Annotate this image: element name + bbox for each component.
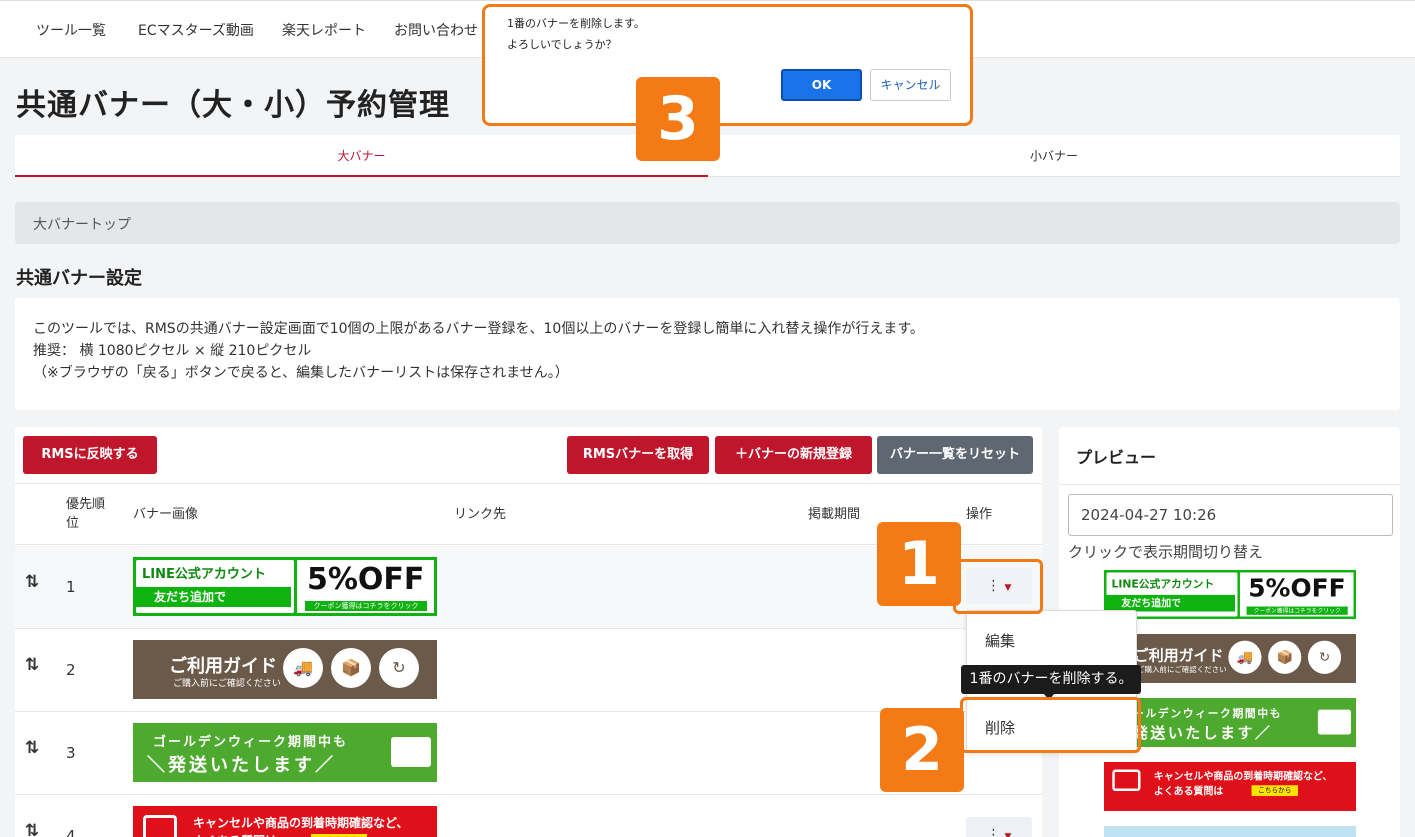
banner-inq-line2: よくある質問は <box>1153 785 1224 797</box>
get-rms-banners-button[interactable]: RMSバナーを取得 <box>567 436 709 474</box>
banner-gw-line2: ＼発送いたします／ <box>147 755 336 776</box>
banner-image-inquiry: キャンセルや商品の到着時期確認など、 よくある質問は こちらから <box>133 806 437 837</box>
banner-image-line: LINE公式アカウント 友だち追加で 5%OFF クーポン獲得はコチラをクリック <box>133 557 437 616</box>
sort-handle-icon[interactable]: ⇅ <box>25 738 39 758</box>
table-row: ⇅ 2 ご利用ガイド ご購入前にご確認ください 🚚 📦 ↻ <box>15 629 1042 712</box>
banner-image-golden-week: ゴールデンウィーク期間中も ＼発送いたします／ <box>1104 698 1356 747</box>
header-image: バナー画像 <box>133 507 199 522</box>
chat-icon <box>143 815 177 837</box>
dialog-ok-button[interactable]: OK <box>781 69 862 101</box>
dialog-message-line2: よろしいでしょうか？ <box>507 38 617 51</box>
header-link: リンク先 <box>454 507 507 522</box>
highlight-actions-button <box>953 559 1043 614</box>
banner-gw-line1: ゴールデンウィーク期間中も <box>153 735 349 750</box>
description-box: このツールでは、RMSの共通バナー設定画面で10個の上限があるバナー登録を、10… <box>15 298 1400 410</box>
section-title: 共通バナー設定 <box>16 268 142 289</box>
description-line: 推奨： 横 1080ピクセル × 縦 210ピクセル <box>33 343 312 359</box>
chat-icon <box>1112 769 1141 792</box>
nav-item-report[interactable]: 楽天レポート <box>282 20 366 40</box>
banner-line-cta: 友だち追加で <box>136 587 291 607</box>
preview-banner-line[interactable]: LINE公式アカウント 友だち追加で 5%OFF クーポン獲得はコチラをクリック <box>1104 570 1356 619</box>
box-icon: 📦 <box>1268 640 1302 674</box>
preview-title: プレビュー <box>1076 448 1157 467</box>
caret-down-icon: ▼ <box>1004 832 1012 837</box>
box-icon: 📦 <box>331 648 371 688</box>
sort-handle-icon[interactable]: ⇅ <box>25 572 39 592</box>
sort-handle-icon[interactable]: ⇅ <box>25 655 39 675</box>
banner-line-note: クーポン獲得はコチラをクリック <box>305 601 427 611</box>
truck-icon <box>391 737 431 767</box>
return-icon: ↻ <box>1307 640 1342 674</box>
preview-datetime-input[interactable] <box>1068 494 1393 536</box>
preview-hint: クリックで表示期間切り替え <box>1068 543 1264 561</box>
highlight-delete-item <box>960 697 1141 753</box>
table-row: ⇅ 4 キャンセルや商品の到着時期確認など、 よくある質問は こちらから ⋮▼ <box>15 795 1042 837</box>
banner-inq-line2: よくある質問は <box>193 832 277 837</box>
apply-rms-button[interactable]: RMSに反映する <box>23 436 157 474</box>
banner-inq-line1: キャンセルや商品の到着時期確認など、 <box>193 816 409 830</box>
page-title: 共通バナー（大・小）予約管理 <box>16 88 450 123</box>
divider <box>1059 484 1400 485</box>
dropdown-edit[interactable]: 編集 <box>985 630 1015 651</box>
breadcrumb: 大バナートップ <box>15 202 1400 244</box>
nav-item-tools[interactable]: ツール一覧 <box>36 20 106 40</box>
header-period: 掲載期間 <box>808 507 861 522</box>
banner-inq-button: こちらから <box>1251 785 1298 797</box>
step-badge-1: 1 <box>877 522 961 606</box>
dialog-message-line1: 1番のバナーを削除します。 <box>507 17 645 30</box>
row-actions-button[interactable]: ⋮ ▼ <box>966 817 1032 837</box>
row-priority: 3 <box>66 744 76 762</box>
banner-line-note: クーポン獲得はコチラをクリック <box>1246 606 1348 615</box>
sort-handle-icon[interactable]: ⇅ <box>25 821 39 837</box>
banner-line-right: 5%OFF クーポン獲得はコチラをクリック <box>297 560 434 613</box>
preview-banner-inquiry[interactable]: キャンセルや商品の到着時期確認など、 よくある質問は こちらから <box>1104 762 1356 811</box>
new-banner-button[interactable]: ＋バナーの新規登録 <box>715 436 872 474</box>
banner-guide-sub: ご購入前にご確認ください <box>1137 666 1227 675</box>
preview-banner-guide[interactable]: ご利用ガイド ご購入前にご確認ください 🚚 📦 ↻ <box>1104 634 1356 683</box>
banner-line-cta: 友だち追加で <box>1106 594 1235 612</box>
tab-small-banner[interactable]: 小バナー <box>708 135 1400 177</box>
banner-inq-line1: キャンセルや商品の到着時期確認など、 <box>1153 770 1333 782</box>
nav-item-contact[interactable]: お問い合わせ <box>394 20 478 40</box>
description-line: （※ブラウザの「戻る」ボタンで戻ると、編集したバナーリストは保存されません。） <box>33 365 569 381</box>
banner-line-right: 5%OFF クーポン獲得はコチラをクリック <box>1239 572 1354 617</box>
truck-icon: 🚚 <box>1228 640 1262 674</box>
row-priority: 2 <box>66 661 76 679</box>
confirm-dialog: 1番のバナーを削除します。 よろしいでしょうか？ OK キャンセル <box>482 4 973 126</box>
preview-banner-next[interactable] <box>1104 826 1356 837</box>
banner-gw-line1: ゴールデンウィーク期間中も <box>1120 707 1283 721</box>
banner-image-guide: ご利用ガイド ご購入前にご確認ください 🚚 📦 ↻ <box>133 640 437 699</box>
step-badge-3: 3 <box>636 77 720 161</box>
description-line: このツールでは、RMSの共通バナー設定画面で10個の上限があるバナー登録を、10… <box>33 321 924 337</box>
dialog-cancel-button[interactable]: キャンセル <box>870 69 951 101</box>
banner-image-inquiry: キャンセルや商品の到着時期確認など、 よくある質問は こちらから <box>1104 762 1356 811</box>
reset-list-button[interactable]: バナー一覧をリセット <box>877 436 1033 474</box>
banner-line-title: LINE公式アカウント <box>142 567 266 582</box>
banner-line-title: LINE公式アカウント <box>1111 578 1215 591</box>
row-priority: 1 <box>66 578 76 596</box>
preview-banner-golden-week[interactable]: ゴールデンウィーク期間中も ＼発送いたします／ <box>1104 698 1356 747</box>
delete-tooltip: 1番のバナーを削除する。 <box>961 665 1141 694</box>
header-actions: 操作 <box>966 507 993 522</box>
header-priority: 優先順位 <box>66 497 106 531</box>
truck-icon <box>1317 709 1352 735</box>
banner-guide-title: ご利用ガイド <box>169 656 277 677</box>
banner-guide-title: ご利用ガイド <box>1133 647 1224 665</box>
banner-image-golden-week: ゴールデンウィーク期間中も ＼発送いたします／ <box>133 723 437 782</box>
row-priority: 4 <box>66 827 76 837</box>
banner-image-guide: ご利用ガイド ご購入前にご確認ください 🚚 📦 ↻ <box>1104 634 1356 683</box>
step-badge-2: 2 <box>880 708 964 792</box>
return-icon: ↻ <box>379 648 419 688</box>
banner-guide-sub: ご購入前にご確認ください <box>173 679 281 689</box>
banner-image-line: LINE公式アカウント 友だち追加で 5%OFF クーポン獲得はコチラをクリック <box>1104 570 1356 619</box>
banner-line-discount: 5%OFF <box>307 562 425 597</box>
nav-item-videos[interactable]: ECマスターズ動画 <box>138 20 254 40</box>
tab-large-banner[interactable]: 大バナー <box>15 135 708 177</box>
banner-line-discount: 5%OFF <box>1248 574 1346 604</box>
truck-icon: 🚚 <box>283 648 323 688</box>
